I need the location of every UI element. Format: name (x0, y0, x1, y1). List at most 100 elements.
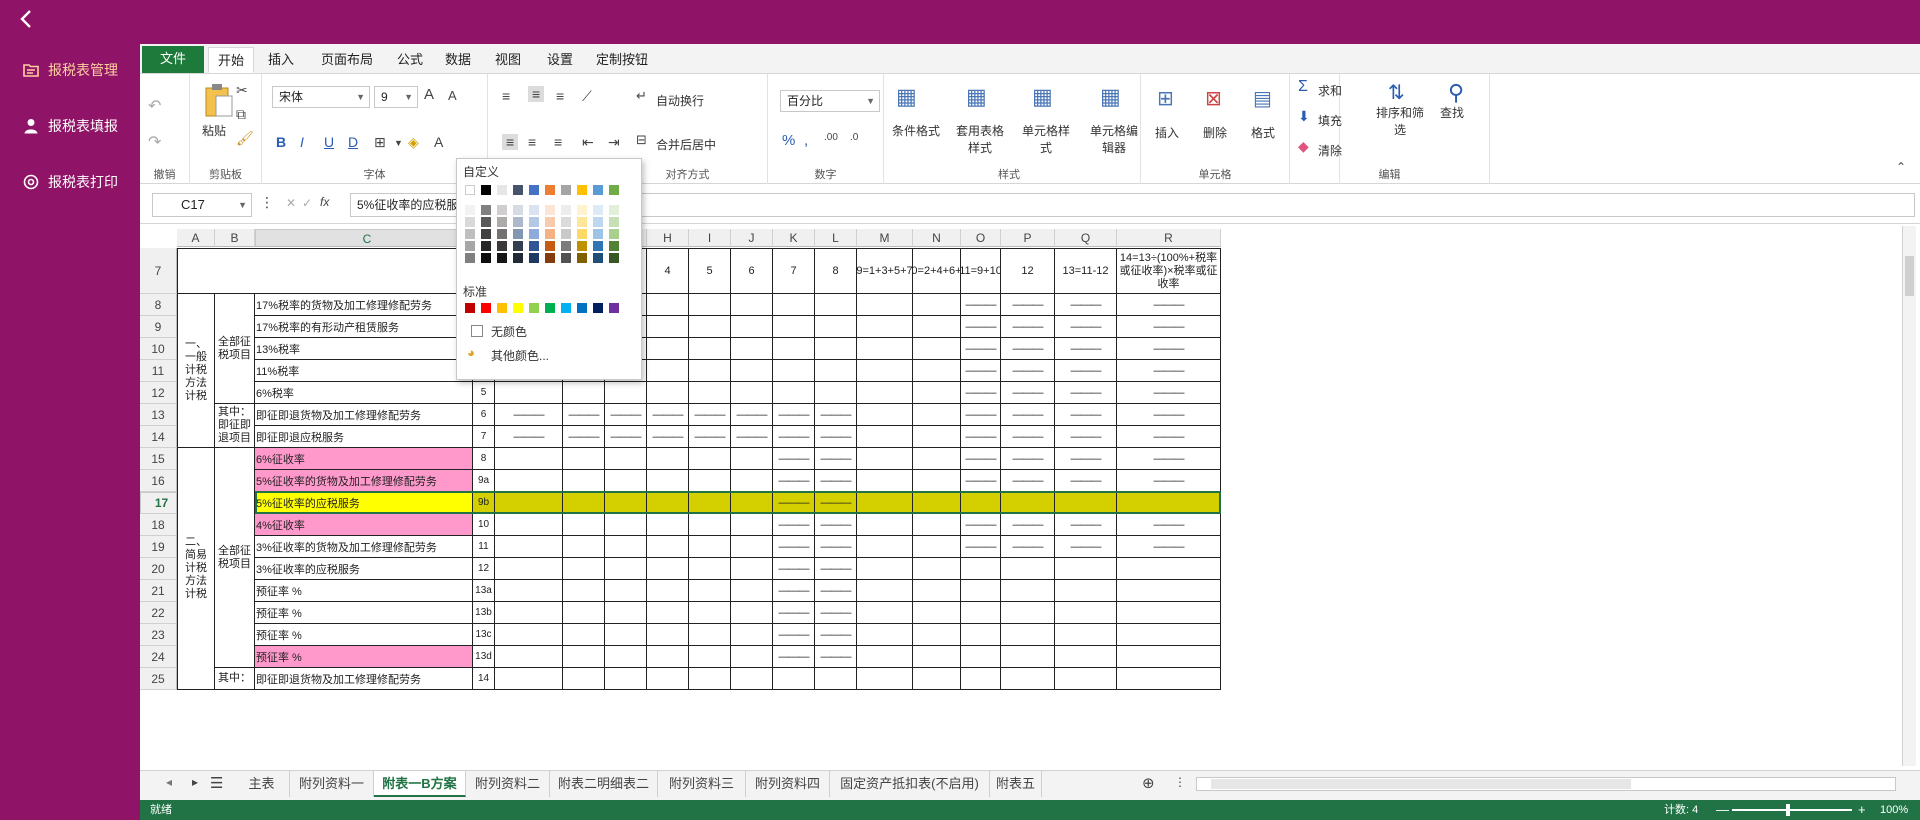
data-cell[interactable]: ——— (563, 404, 605, 426)
data-cell[interactable]: ——— (815, 448, 857, 470)
data-cell[interactable] (689, 602, 731, 624)
data-cell[interactable] (913, 558, 961, 580)
data-cell[interactable] (605, 382, 647, 404)
data-cell[interactable] (647, 360, 689, 382)
theme-shade-swatch[interactable] (561, 229, 571, 239)
data-cell[interactable]: ——— (1001, 514, 1055, 536)
data-cell[interactable] (647, 536, 689, 558)
more-colors-option[interactable]: 其他颜色... (491, 347, 549, 364)
data-cell[interactable]: ——— (1055, 404, 1117, 426)
data-cell[interactable] (495, 492, 563, 514)
data-cell[interactable] (731, 338, 773, 360)
delete-cells-icon[interactable]: ⊠ (1205, 86, 1222, 111)
data-cell[interactable] (689, 624, 731, 646)
data-cell[interactable] (495, 382, 563, 404)
theme-shade-swatch[interactable] (529, 205, 539, 215)
data-cell[interactable]: ——— (1117, 294, 1221, 316)
row-number-cell[interactable]: 12 (473, 558, 495, 580)
theme-shade-swatch[interactable] (545, 217, 555, 227)
percent-icon[interactable]: % (782, 132, 795, 149)
data-cell[interactable] (689, 470, 731, 492)
data-cell[interactable] (605, 448, 647, 470)
cell-editor-icon[interactable]: ▦ (1100, 84, 1121, 110)
data-cell[interactable] (913, 514, 961, 536)
data-cell[interactable] (913, 536, 961, 558)
data-cell[interactable]: ——— (961, 448, 1001, 470)
data-cell[interactable]: ——— (563, 426, 605, 448)
row-number-cell[interactable]: 11 (473, 536, 495, 558)
row-label-cell[interactable]: 13%税率 (255, 338, 473, 360)
theme-shade-swatch[interactable] (529, 253, 539, 263)
theme-shade-swatch[interactable] (465, 217, 475, 227)
column-number-header[interactable]: 7 (773, 248, 815, 294)
theme-shade-swatch[interactable] (609, 229, 619, 239)
standard-color-swatch[interactable] (593, 303, 603, 313)
category-label-all[interactable]: 全部征税项目 (215, 448, 255, 668)
data-cell[interactable]: ——— (1117, 316, 1221, 338)
column-header[interactable]: O (961, 229, 1001, 247)
row-header[interactable]: 7 (140, 248, 177, 294)
data-cell[interactable]: ——— (773, 448, 815, 470)
font-name-select[interactable]: 宋体 ▼ (272, 86, 370, 108)
data-cell[interactable] (731, 646, 773, 668)
border-dropdown-icon[interactable]: ▼ (394, 138, 403, 148)
wrap-text-icon[interactable]: ↵ (636, 88, 647, 104)
theme-color-swatch[interactable] (609, 185, 619, 195)
data-cell[interactable] (857, 492, 913, 514)
data-cell[interactable] (563, 448, 605, 470)
data-cell[interactable]: ——— (961, 514, 1001, 536)
align-center-icon[interactable]: ≡ (528, 134, 536, 150)
delete-button[interactable]: 删除 (1203, 124, 1227, 141)
data-cell[interactable]: ——— (1117, 514, 1221, 536)
data-cell[interactable] (961, 580, 1001, 602)
data-cell[interactable] (563, 646, 605, 668)
data-cell[interactable] (731, 580, 773, 602)
data-cell[interactable]: ——— (1001, 536, 1055, 558)
data-cell[interactable] (913, 602, 961, 624)
increase-indent-icon[interactable]: ⇥ (608, 134, 620, 151)
cell-style-icon[interactable]: ▦ (1032, 84, 1053, 110)
data-cell[interactable] (495, 558, 563, 580)
data-cell[interactable] (563, 602, 605, 624)
align-top-icon[interactable]: ≡ (502, 88, 510, 104)
horizontal-scrollbar[interactable] (1196, 777, 1896, 791)
column-number-header[interactable]: 5 (689, 248, 731, 294)
data-cell[interactable]: ——— (773, 624, 815, 646)
data-cell[interactable] (495, 602, 563, 624)
tab-formulas[interactable]: 公式 (390, 47, 430, 73)
data-cell[interactable]: ——— (1117, 426, 1221, 448)
data-cell[interactable]: ——— (773, 470, 815, 492)
border-icon[interactable]: ⊞ (374, 134, 386, 151)
sheet-tab[interactable]: 附列资料三 (658, 771, 746, 797)
insert-cells-icon[interactable]: ⊞ (1157, 86, 1174, 111)
data-cell[interactable] (495, 536, 563, 558)
data-cell[interactable] (605, 668, 647, 690)
data-cell[interactable] (1055, 580, 1117, 602)
sheet-tab[interactable]: 附列资料一 (290, 771, 374, 797)
data-cell[interactable] (563, 668, 605, 690)
zoom-out-icon[interactable]: — (1716, 800, 1729, 820)
theme-shade-swatch[interactable] (609, 217, 619, 227)
sheet-tab[interactable]: 附表二明细表二 (550, 771, 658, 797)
row-header[interactable]: 23 (140, 624, 177, 646)
row-number-cell[interactable]: 6 (473, 404, 495, 426)
cell-editor-button[interactable]: 单元格编辑器 (1086, 122, 1142, 156)
theme-color-swatch[interactable] (481, 185, 491, 195)
data-cell[interactable]: ——— (815, 580, 857, 602)
data-cell[interactable]: ——— (815, 602, 857, 624)
theme-color-swatch[interactable] (513, 185, 523, 195)
data-cell[interactable] (1117, 602, 1221, 624)
data-cell[interactable]: ——— (773, 492, 815, 514)
theme-shade-swatch[interactable] (593, 253, 603, 263)
data-cell[interactable]: ——— (773, 514, 815, 536)
data-cell[interactable] (1055, 602, 1117, 624)
data-cell[interactable] (731, 624, 773, 646)
data-cell[interactable]: ——— (1117, 382, 1221, 404)
align-bottom-icon[interactable]: ≡ (556, 88, 564, 104)
data-cell[interactable] (731, 536, 773, 558)
row-number-cell[interactable]: 9b (473, 492, 495, 514)
column-header[interactable]: C (255, 229, 473, 247)
data-cell[interactable] (1117, 646, 1221, 668)
column-header[interactable]: K (773, 229, 815, 247)
row-header[interactable]: 21 (140, 580, 177, 602)
